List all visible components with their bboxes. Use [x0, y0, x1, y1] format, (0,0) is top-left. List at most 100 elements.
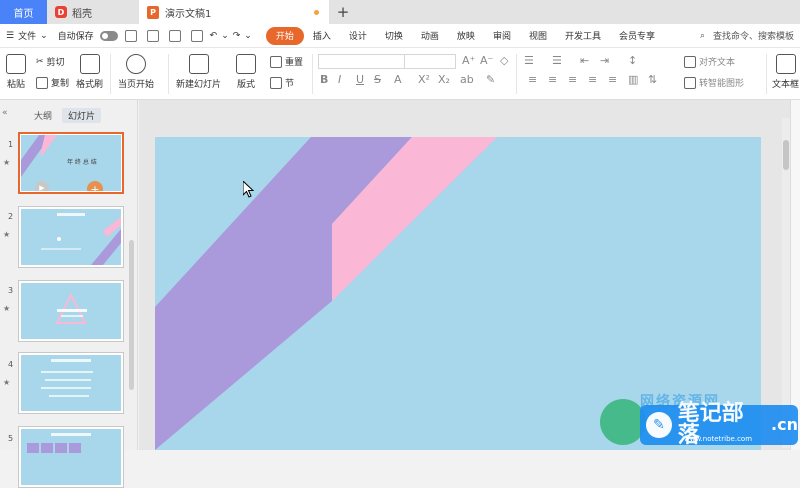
smart-shape-button[interactable]: 转智能图形 [684, 76, 744, 89]
unsaved-indicator-icon [314, 9, 319, 15]
increase-font-icon[interactable]: A⁺ [462, 54, 475, 67]
section-icon [270, 76, 282, 89]
paste-button[interactable]: 粘贴 [6, 54, 26, 90]
tab-member[interactable]: 会员专享 [610, 27, 664, 45]
layout-label: 版式 [236, 80, 255, 90]
print-preview-icon[interactable] [190, 29, 203, 42]
new-slide-icon [188, 54, 209, 74]
cut-button[interactable]: ✂ 剪切 [36, 55, 65, 69]
tab-design[interactable]: 设计 [340, 27, 376, 45]
reset-button[interactable]: 重置 [270, 55, 303, 68]
underline-button[interactable]: U [356, 73, 364, 86]
site-watermark: 网络资源网 ✎ 笔记部落 .cn www.notetribe.com [600, 394, 800, 450]
print-icon[interactable] [168, 29, 181, 42]
canvas-scrollbar-thumb[interactable] [783, 140, 789, 170]
align-center-icon[interactable]: ≡ [548, 73, 557, 86]
highlight-icon[interactable]: ✎ [486, 73, 495, 86]
tab-outline[interactable]: 大纲 [28, 108, 58, 123]
undo-icon[interactable]: ↶ [210, 31, 218, 41]
format-painter-button[interactable]: 格式刷 [76, 54, 103, 90]
bullets-icon[interactable]: ☰ [524, 54, 534, 67]
bold-button[interactable]: B [320, 73, 328, 86]
new-slide-button[interactable]: 新建幻灯片 [176, 54, 221, 90]
menu-icon[interactable]: ☰ [6, 31, 14, 41]
copy-icon [36, 76, 48, 89]
play-from-current-button[interactable]: 当页开始 [118, 54, 154, 90]
command-search-input[interactable]: 查找命令、搜索模板 [713, 29, 794, 42]
save-icon[interactable] [124, 29, 137, 42]
file-menu-chevron-icon: ⌄ [40, 30, 48, 41]
distribute-icon[interactable]: ≡ [608, 73, 617, 86]
slide-number: 2 [8, 212, 14, 221]
italic-button[interactable]: I [338, 73, 341, 86]
text-direction-icon[interactable]: ⇅ [648, 73, 657, 86]
align-left-icon[interactable]: ≡ [528, 73, 537, 86]
collapse-panel-icon[interactable]: « [2, 108, 8, 118]
slide-thumbnail-5[interactable] [18, 426, 124, 488]
font-color-button[interactable]: A [394, 73, 402, 86]
slide-thumbnail-4[interactable] [18, 352, 124, 414]
align-text-label: 对齐文本 [699, 58, 736, 68]
divider [110, 54, 111, 94]
mouse-cursor-icon [243, 181, 255, 198]
slide-number: 5 [8, 434, 14, 443]
format-painter-icon [79, 54, 100, 74]
smart-shape-icon [684, 76, 696, 89]
numbering-icon[interactable]: ☰ [552, 54, 562, 67]
decrease-indent-icon[interactable]: ⇤ [580, 54, 589, 67]
tab-document[interactable]: P 演示文稿1 [139, 0, 329, 24]
undo-chevron-icon[interactable]: ⌄ [221, 31, 229, 41]
subscript-button[interactable]: X₂ [438, 73, 450, 86]
tab-transition[interactable]: 切换 [376, 27, 412, 45]
copy-button[interactable]: 复制 [36, 76, 69, 89]
columns-icon[interactable]: ▥ [628, 73, 638, 86]
section-button[interactable]: 节 [270, 76, 294, 89]
watermark-suffix: .cn [771, 415, 798, 434]
align-text-button[interactable]: 对齐文本 [684, 55, 735, 68]
font-size-field[interactable] [404, 54, 456, 69]
line-spacing-icon[interactable]: ↕ [628, 54, 637, 67]
strikethrough-button[interactable]: S [374, 73, 381, 86]
play-icon [126, 54, 146, 74]
tab-slides[interactable]: 幻灯片 [62, 108, 102, 123]
tab-view[interactable]: 视图 [520, 27, 556, 45]
decrease-font-icon[interactable]: A⁻ [480, 54, 493, 67]
text-effect-icon[interactable]: ab [460, 73, 474, 86]
docer-logo-icon: D [55, 6, 67, 18]
layout-button[interactable]: 版式 [236, 54, 256, 90]
new-tab-button[interactable]: + [329, 0, 357, 24]
tab-developer[interactable]: 开发工具 [556, 27, 610, 45]
tab-insert[interactable]: 插入 [304, 27, 340, 45]
quick-access-chevron-icon[interactable]: ⌄ [244, 31, 252, 41]
search-icon[interactable]: ⌕ [700, 31, 705, 41]
slide-2-art [41, 213, 121, 265]
textbox-button[interactable]: 文本框 [772, 54, 799, 90]
tab-document-label: 演示文稿1 [165, 8, 212, 20]
tab-animation[interactable]: 动画 [412, 27, 448, 45]
increase-indent-icon[interactable]: ⇥ [600, 54, 609, 67]
title-tab-bar: 首页 D 稻壳 P 演示文稿1 + [0, 0, 800, 24]
redo-icon[interactable]: ↷ [233, 31, 241, 41]
justify-icon[interactable]: ≡ [588, 73, 597, 86]
tab-docer[interactable]: D 稻壳 [47, 0, 139, 24]
thumbnail-scrollbar[interactable] [129, 240, 134, 390]
paste-label: 粘贴 [6, 80, 25, 90]
add-slide-icon[interactable]: + [87, 181, 103, 191]
slide-thumbnail-2[interactable] [18, 206, 124, 268]
animation-star-icon: ★ [3, 158, 11, 167]
align-right-icon[interactable]: ≡ [568, 73, 577, 86]
tab-start[interactable]: 开始 [265, 26, 304, 45]
slide-thumbnail-1[interactable]: 年 终 总 结 ▶ + [18, 132, 124, 194]
slide-number: 1 [8, 140, 14, 149]
autosave-toggle[interactable] [99, 30, 118, 41]
play-slide-icon[interactable]: ▶ [35, 181, 49, 191]
slide-thumbnail-3[interactable] [18, 280, 124, 342]
tab-review[interactable]: 审阅 [484, 27, 520, 45]
slide-thumbnail-panel: « 大纲 幻灯片 1 ★ 年 终 总 结 ▶ + 2 ★ 3 ★ 4 ★ 5 [0, 100, 138, 488]
tab-home[interactable]: 首页 [0, 0, 47, 24]
export-pdf-icon[interactable] [146, 29, 159, 42]
clear-format-icon[interactable]: ◇ [500, 54, 508, 67]
file-menu[interactable]: 文件 [18, 29, 36, 42]
superscript-button[interactable]: X² [418, 73, 430, 86]
tab-slideshow[interactable]: 放映 [448, 27, 484, 45]
